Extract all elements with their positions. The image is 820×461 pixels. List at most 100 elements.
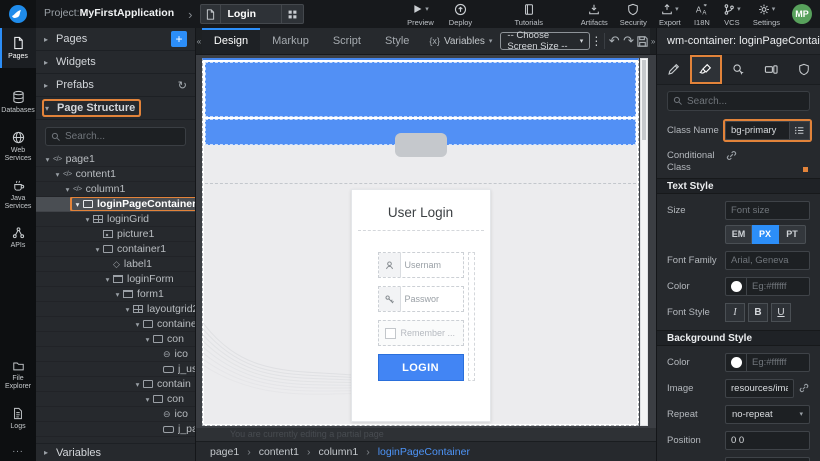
chevron-down-icon[interactable]: ▾ <box>142 395 153 404</box>
section-prefabs[interactable]: ▸ Prefabs ↻ <box>36 74 195 97</box>
chevron-down-icon[interactable]: ▾ <box>92 245 103 254</box>
tab-markup[interactable]: Markup <box>260 28 321 54</box>
breadcrumb-content1[interactable]: content1 <box>259 446 319 458</box>
unit-pt-button[interactable]: PT <box>779 225 806 244</box>
tree-item[interactable]: j_us <box>36 362 195 377</box>
export-button[interactable]: ▾ Export <box>653 0 687 29</box>
artifacts-button[interactable]: Artifacts <box>575 0 614 29</box>
link-icon[interactable] <box>725 149 738 162</box>
avatar[interactable]: MP <box>792 4 812 24</box>
structure-search[interactable] <box>45 127 186 146</box>
wavemaker-logo[interactable] <box>0 0 36 28</box>
tree-item[interactable]: ▾form1 <box>36 287 195 302</box>
tree-item[interactable]: ico <box>36 407 195 422</box>
chevron-down-icon[interactable]: ▾ <box>82 215 93 224</box>
chevron-down-icon[interactable]: ▾ <box>42 155 53 164</box>
security-button[interactable]: Security <box>614 0 653 29</box>
variables-button[interactable]: {x} Variables ▾ <box>421 28 500 54</box>
bg-image-input[interactable] <box>725 379 794 398</box>
sidebar-item-pages[interactable]: Pages <box>0 28 36 68</box>
chevron-down-icon[interactable]: ▾ <box>62 185 73 194</box>
property-search-input[interactable] <box>687 96 804 107</box>
sidebar-item-logs[interactable]: Logs <box>0 399 36 438</box>
color-swatch[interactable] <box>725 277 747 296</box>
screen-size-select[interactable]: -- Choose Screen Size -- ▾ <box>500 32 590 50</box>
login-form-widget[interactable]: Remember ... LOGIN <box>378 252 464 381</box>
login-button[interactable]: LOGIN <box>378 354 464 381</box>
class-name-input[interactable] <box>725 121 790 140</box>
add-page-button[interactable]: + <box>171 31 187 47</box>
header-band-top[interactable] <box>205 62 636 117</box>
sidebar-item-file-explorer[interactable]: File Explorer <box>0 352 36 399</box>
section-widgets[interactable]: ▸ Widgets <box>36 51 195 74</box>
chevron-down-icon[interactable]: ▾ <box>112 290 123 299</box>
font-size-input[interactable] <box>725 201 810 220</box>
sidebar-item-java-services[interactable]: Java Services <box>0 171 36 219</box>
remember-checkbox[interactable] <box>385 328 396 339</box>
section-page-structure[interactable]: ▾ Page Structure <box>36 97 195 120</box>
vcs-button[interactable]: ▾ VCS <box>717 0 747 29</box>
login-page-container-widget[interactable]: User Login <box>202 58 639 426</box>
bg-position-input[interactable] <box>725 431 810 450</box>
tree-item[interactable]: ▾con <box>36 392 195 407</box>
i18n-button[interactable]: AA I18N <box>687 0 717 29</box>
breadcrumb-column1[interactable]: column1 <box>319 446 378 458</box>
bg-repeat-select[interactable]: no-repeat ▾ <box>725 405 810 424</box>
tree-item[interactable]: ▾container1 <box>36 242 195 257</box>
password-input[interactable] <box>401 287 463 311</box>
tree-item[interactable]: ▾loginGrid <box>36 212 195 227</box>
tree-item[interactable]: j_pa <box>36 422 195 437</box>
font-family-input[interactable] <box>725 251 810 270</box>
tree-item[interactable]: ▾contain <box>36 377 195 392</box>
tree-item[interactable]: ▾con <box>36 332 195 347</box>
more-icon[interactable]: ... <box>0 438 36 461</box>
tree-item[interactable]: ▾layoutgrid2 <box>36 302 195 317</box>
link-icon[interactable] <box>798 382 810 394</box>
login-card-title[interactable]: User Login <box>352 205 490 220</box>
bg-size-input[interactable] <box>725 457 810 461</box>
canvas-scrollbar[interactable] <box>640 58 648 426</box>
tree-item[interactable]: ▾column1 <box>36 182 195 197</box>
logo-placeholder[interactable] <box>395 133 447 157</box>
redo-icon[interactable]: ↷ <box>621 28 635 54</box>
scrollbar-thumb[interactable] <box>642 60 646 140</box>
unit-px-button[interactable]: PX <box>752 225 779 244</box>
refresh-icon[interactable]: ↻ <box>178 79 187 92</box>
chevron-down-icon[interactable]: ▾ <box>72 200 83 209</box>
chevron-down-icon[interactable]: ▾ <box>102 275 113 284</box>
tab-security[interactable] <box>787 55 820 84</box>
username-input[interactable] <box>401 253 463 277</box>
tree-item[interactable]: ▾container <box>36 317 195 332</box>
search-input[interactable] <box>65 131 180 142</box>
bg-color-input[interactable] <box>747 353 810 372</box>
settings-button[interactable]: ▾ Settings <box>747 0 786 29</box>
bold-button[interactable]: B <box>748 303 768 322</box>
property-search[interactable] <box>667 91 810 111</box>
more-menu-icon[interactable]: ⋮ <box>590 28 602 54</box>
tree-item[interactable]: picture1 <box>36 227 195 242</box>
tree-item[interactable]: ▾page1 <box>36 152 195 167</box>
tutorials-button[interactable]: Tutorials <box>508 0 548 29</box>
underline-button[interactable]: U <box>771 303 791 322</box>
unit-em-button[interactable]: EM <box>725 225 752 244</box>
tree-item[interactable]: label1 <box>36 257 195 272</box>
section-pages[interactable]: ▸ Pages + <box>36 28 195 51</box>
tree-item[interactable]: ▾loginForm <box>36 272 195 287</box>
deploy-button[interactable]: Deploy <box>440 0 480 29</box>
tab-styles[interactable] <box>690 55 723 84</box>
username-field[interactable] <box>378 252 464 278</box>
tab-properties[interactable] <box>657 55 690 84</box>
tree-item-selected[interactable]: ▾ loginPageContainer <box>36 197 195 212</box>
class-list-icon[interactable] <box>790 121 810 140</box>
chevron-down-icon[interactable]: ▾ <box>52 170 63 179</box>
sidebar-item-apis[interactable]: APIs <box>0 218 36 257</box>
sidebar-item-web-services[interactable]: Web Services <box>0 123 36 171</box>
sidebar-item-databases[interactable]: Databases <box>0 82 36 122</box>
chevron-down-icon[interactable]: ▾ <box>122 305 133 314</box>
text-color-input[interactable] <box>747 277 810 296</box>
section-variables[interactable]: ▸ Variables <box>36 443 195 461</box>
undo-icon[interactable]: ↶ <box>607 28 621 54</box>
grid-icon[interactable] <box>281 5 303 23</box>
tab-design[interactable]: Design <box>202 28 260 54</box>
login-card-widget[interactable]: User Login <box>351 189 491 422</box>
